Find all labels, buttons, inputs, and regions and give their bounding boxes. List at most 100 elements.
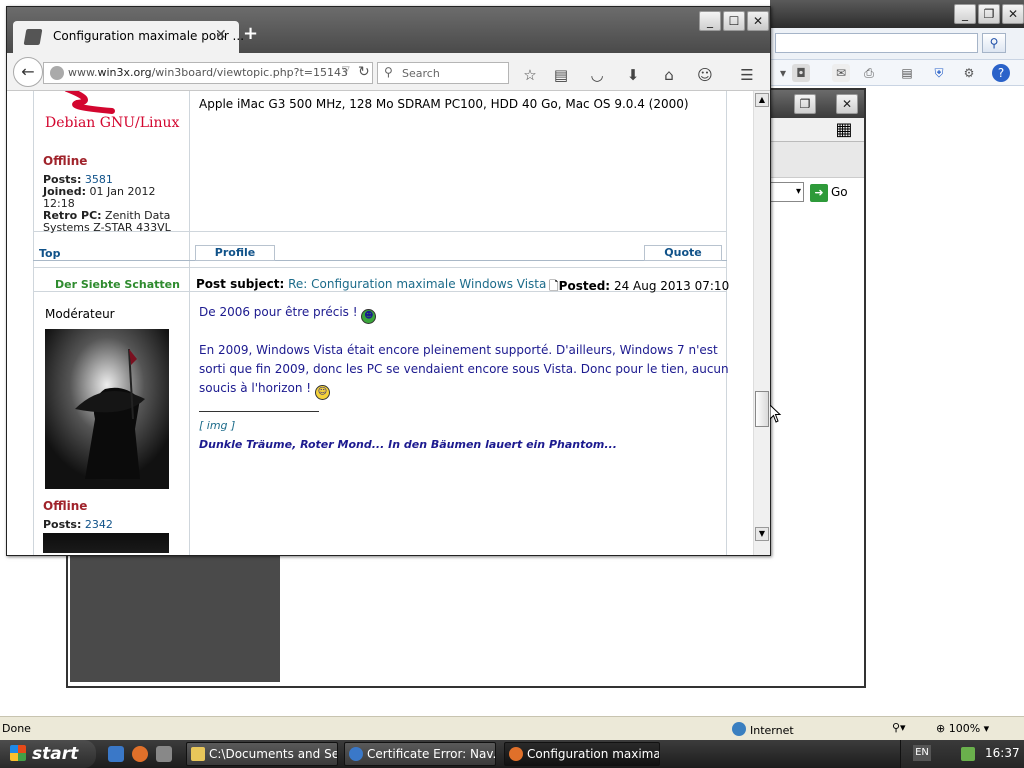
posts-count-link-2[interactable]: 2342 [85,518,113,531]
author-status: Offline [43,154,88,168]
debian-swirl-logo [57,91,127,117]
back-button[interactable]: ← [13,57,43,87]
post-line-1: De 2006 pour être précis ! [199,305,358,319]
dialog-close-button[interactable]: ✕ [836,94,858,114]
bookmark-star-icon[interactable]: ☆ [521,66,539,84]
menu-icon[interactable]: ☰ [738,66,756,84]
post-author-name[interactable]: Der Siebte Schatten [55,278,180,291]
posted-value: 24 Aug 2013 07:10 [613,279,730,293]
post-subject-link[interactable]: Re: Configuration maximale Windows Vista [288,277,546,291]
document-icon: 🗋 [549,279,559,293]
signature-line: Apple iMac G3 500 MHz, 128 Mo SDRAM PC10… [199,97,689,111]
scroll-down-icon[interactable]: ▼ [755,527,769,541]
firefox-maximize-button[interactable]: ☐ [723,11,745,31]
home-icon[interactable]: ⌂ [660,66,678,84]
ie-minimize-button[interactable]: _ [954,4,976,24]
task-explorer[interactable]: C:\Documents and Se... [186,742,338,766]
windows-logo-icon: ▦ [835,119,853,140]
language-indicator[interactable]: EN [913,745,931,761]
task-ie-certificate[interactable]: Certificate Error: Nav... [344,742,496,766]
retro-pc-value-2: Systems Z-STAR 433VL [43,221,171,234]
ie-restore-button[interactable]: ❐ [978,4,1000,24]
img-tag-link[interactable]: [ img ] [199,419,235,432]
pocket-icon[interactable]: ◡ [588,66,606,84]
go-button[interactable]: ➜ Go [810,181,860,203]
url-bar[interactable]: www.win3x.org/win3board/viewtopic.php?t=… [43,62,373,84]
tab-close-icon[interactable]: ✕ [215,27,227,43]
tab-favicon-icon [23,29,43,45]
reload-icon[interactable]: ↻ [358,64,370,80]
folder-icon [191,747,205,761]
ie-quicklaunch-icon[interactable] [108,746,124,762]
rss-feed-icon[interactable]: ◘ [792,64,810,82]
download-icon[interactable]: ⬇ [624,66,642,84]
scrollbar-thumb[interactable] [755,391,769,427]
author-rank: Modérateur [45,307,115,321]
arrow-left-icon: ← [21,62,35,81]
mail-icon[interactable]: ✉ [832,64,850,82]
page-icon[interactable]: ▤ [898,64,916,82]
dropdown-arrow-icon[interactable]: ▾ [774,64,792,82]
joined-value: 01 Jan 2012 [89,185,156,198]
arrow-right-icon: ➜ [810,183,828,202]
new-tab-button[interactable]: + [243,23,258,44]
gear-icon[interactable]: ⚙ [960,64,978,82]
top-link[interactable]: Top [39,247,60,260]
page-scrollbar[interactable]: ▲ ▼ [753,91,770,555]
network-icon[interactable] [961,747,975,761]
ie-address-field[interactable] [775,33,978,53]
dialog-dropdown[interactable]: ▾ [770,182,804,202]
signature-separator [199,411,319,412]
post-paragraph-line-c: soucis à l'horizon ! [199,381,312,395]
scroll-up-icon[interactable]: ▲ [755,93,769,107]
navigation-toolbar: www.win3x.org/win3board/viewtopic.php?t=… [7,53,770,91]
show-desktop-icon[interactable] [156,746,172,762]
search-placeholder: Search [402,67,440,80]
url-dropdown-icon[interactable]: ▽ [342,65,350,76]
status-text: Done [2,722,31,735]
start-button[interactable]: start [0,740,96,768]
firefox-close-button[interactable]: ✕ [747,11,769,31]
ie-search-button[interactable]: ⚲ [982,33,1006,53]
table-border-right [726,91,727,555]
zoom-level[interactable]: ⊕ 100% ▾ [936,722,989,735]
search-input[interactable]: ⚲ Search [377,62,509,84]
clock[interactable]: 16:37 [985,746,1020,760]
row-divider [33,260,727,261]
row-divider [33,267,727,268]
globe-icon [50,66,64,80]
ie-status-bar: Done Internet ⚲▾ ⊕ 100% ▾ [0,716,1024,740]
author-avatar[interactable] [45,329,169,489]
print-icon[interactable]: ⎙ [860,64,878,82]
protected-mode-icon[interactable]: ⚲▾ [892,721,906,734]
chat-icon[interactable]: ☺ [696,66,714,84]
quote-button[interactable]: Quote [644,245,722,261]
page-content: Debian GNU/Linux Offline Posts: 3581 Joi… [7,91,753,555]
ie-close-button[interactable]: ✕ [1002,4,1024,24]
firefox-quicklaunch-icon[interactable] [132,746,148,762]
firefox-minimize-button[interactable]: _ [699,11,721,31]
debian-logo-text: Debian GNU/Linux [45,115,180,131]
system-tray: EN 16:37 [900,740,1024,768]
task-firefox[interactable]: Configuration maxima... [504,742,660,766]
posts-label-2: Posts: [43,518,82,531]
post-subject-label: Post subject: [196,277,285,291]
dialog-restore-button[interactable]: ❐ [794,94,816,114]
posted-label: Posted: [558,279,611,293]
profile-button[interactable]: Profile [195,245,275,261]
taskbar: start C:\Documents and Se... Certificate… [0,740,1024,768]
table-column-divider [189,91,190,555]
dialog-dark-panel [70,556,280,682]
reading-list-icon[interactable]: ▤ [552,66,570,84]
browser-tab[interactable]: Configuration maximale pour ... ✕ [13,21,244,53]
firefox-titlebar[interactable]: Configuration maximale pour ... ✕ + _ ☐ … [7,7,770,53]
ie-titlebar[interactable]: _ ❐ ✕ [770,0,1024,28]
safety-icon[interactable]: ⛨ [930,64,948,82]
firefox-window: Configuration maximale pour ... ✕ + _ ☐ … [6,6,771,556]
dialog-titlebar[interactable]: ❐ ✕ [770,90,864,118]
help-icon[interactable]: ? [992,64,1010,82]
table-border-left [33,91,34,555]
grin-smiley-icon: ☻ [361,309,377,324]
ie-icon [349,747,363,761]
post-signature: Dunkle Träume, Roter Mond... In den Bäum… [199,438,617,451]
